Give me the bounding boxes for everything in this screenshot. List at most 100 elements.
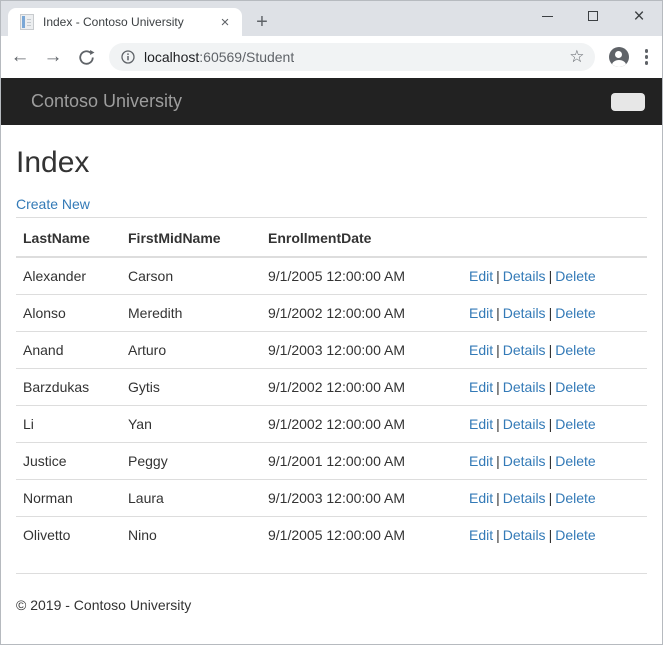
url-path: :60569/Student <box>199 49 294 65</box>
url-host: localhost <box>144 49 199 65</box>
cell-lastname: Anand <box>16 332 121 369</box>
cell-enrollmentdate: 9/1/2005 12:00:00 AM <box>261 517 462 554</box>
info-icon <box>121 50 135 64</box>
students-table: LastName FirstMidName EnrollmentDate Ale… <box>16 217 647 553</box>
create-new-row: Create New <box>16 194 647 214</box>
cell-lastname: Alonso <box>16 295 121 332</box>
forward-button[interactable]: → <box>39 43 67 71</box>
details-link[interactable]: Details <box>503 379 546 395</box>
table-row: Anand Arturo 9/1/2003 12:00:00 AM Edit|D… <box>16 332 647 369</box>
browser-toolbar: ← → localhost:60569/Student ☆ <box>1 36 662 78</box>
edit-link[interactable]: Edit <box>469 527 493 543</box>
back-arrow-icon: ← <box>11 46 30 68</box>
table-row: Alexander Carson 9/1/2005 12:00:00 AM Ed… <box>16 257 647 295</box>
edit-link[interactable]: Edit <box>469 342 493 358</box>
tab-title: Index - Contoso University <box>43 15 216 29</box>
details-link[interactable]: Details <box>503 490 546 506</box>
navbar-toggler[interactable] <box>611 93 645 111</box>
edit-link[interactable]: Edit <box>469 453 493 469</box>
cell-enrollmentdate: 9/1/2005 12:00:00 AM <box>261 257 462 295</box>
cell-firstmidname: Nino <box>121 517 261 554</box>
cell-actions: Edit|Details|Delete <box>462 480 647 517</box>
tab-close-icon[interactable]: × <box>216 13 234 31</box>
details-link[interactable]: Details <box>503 305 546 321</box>
cell-actions: Edit|Details|Delete <box>462 257 647 295</box>
footer-divider <box>16 573 647 574</box>
delete-link[interactable]: Delete <box>555 527 595 543</box>
maximize-button[interactable] <box>570 1 616 31</box>
cell-enrollmentdate: 9/1/2002 12:00:00 AM <box>261 295 462 332</box>
cell-actions: Edit|Details|Delete <box>462 295 647 332</box>
edit-link[interactable]: Edit <box>469 305 493 321</box>
footer-text: © 2019 - Contoso University <box>16 595 647 615</box>
create-new-link[interactable]: Create New <box>16 196 90 212</box>
bookmark-star-icon[interactable]: ☆ <box>569 47 584 67</box>
delete-link[interactable]: Delete <box>555 490 595 506</box>
new-tab-button[interactable]: + <box>249 9 275 35</box>
cell-lastname: Barzdukas <box>16 369 121 406</box>
cell-actions: Edit|Details|Delete <box>462 517 647 554</box>
site-favicon-icon <box>20 14 34 30</box>
details-link[interactable]: Details <box>503 453 546 469</box>
cell-lastname: Alexander <box>16 257 121 295</box>
cell-lastname: Olivetto <box>16 517 121 554</box>
edit-link[interactable]: Edit <box>469 416 493 432</box>
reload-button[interactable] <box>72 43 100 71</box>
profile-avatar-icon[interactable] <box>609 47 629 67</box>
tab-strip: Index - Contoso University × + × <box>1 1 662 36</box>
window-controls: × <box>524 1 662 31</box>
address-bar[interactable]: localhost:60569/Student ☆ <box>109 43 595 71</box>
table-row: Li Yan 9/1/2002 12:00:00 AM Edit|Details… <box>16 406 647 443</box>
delete-link[interactable]: Delete <box>555 268 595 284</box>
edit-link[interactable]: Edit <box>469 379 493 395</box>
cell-enrollmentdate: 9/1/2001 12:00:00 AM <box>261 443 462 480</box>
cell-firstmidname: Peggy <box>121 443 261 480</box>
cell-firstmidname: Laura <box>121 480 261 517</box>
details-link[interactable]: Details <box>503 527 546 543</box>
browser-tab[interactable]: Index - Contoso University × <box>8 8 242 36</box>
navbar-brand[interactable]: Contoso University <box>16 91 182 112</box>
cell-actions: Edit|Details|Delete <box>462 369 647 406</box>
cell-firstmidname: Arturo <box>121 332 261 369</box>
table-row: Barzdukas Gytis 9/1/2002 12:00:00 AM Edi… <box>16 369 647 406</box>
cell-enrollmentdate: 9/1/2003 12:00:00 AM <box>261 332 462 369</box>
cell-lastname: Justice <box>16 443 121 480</box>
cell-firstmidname: Gytis <box>121 369 261 406</box>
close-x-icon: × <box>633 7 644 26</box>
close-button[interactable]: × <box>616 1 662 31</box>
edit-link[interactable]: Edit <box>469 268 493 284</box>
delete-link[interactable]: Delete <box>555 453 595 469</box>
cell-actions: Edit|Details|Delete <box>462 332 647 369</box>
delete-link[interactable]: Delete <box>555 342 595 358</box>
site-navbar: Contoso University <box>1 78 662 125</box>
page-title: Index <box>16 146 647 179</box>
url-text: localhost:60569/Student <box>144 49 294 65</box>
cell-firstmidname: Carson <box>121 257 261 295</box>
table-row: Justice Peggy 9/1/2001 12:00:00 AM Edit|… <box>16 443 647 480</box>
header-firstmidname: FirstMidName <box>121 218 261 258</box>
header-actions <box>462 218 647 258</box>
delete-link[interactable]: Delete <box>555 379 595 395</box>
table-row: Norman Laura 9/1/2003 12:00:00 AM Edit|D… <box>16 480 647 517</box>
delete-link[interactable]: Delete <box>555 416 595 432</box>
table-row: Alonso Meredith 9/1/2002 12:00:00 AM Edi… <box>16 295 647 332</box>
cell-firstmidname: Yan <box>121 406 261 443</box>
details-link[interactable]: Details <box>503 342 546 358</box>
menu-kebab-icon[interactable] <box>641 45 653 69</box>
maximize-square-icon <box>588 11 598 21</box>
cell-firstmidname: Meredith <box>121 295 261 332</box>
back-button[interactable]: ← <box>6 43 34 71</box>
browser-window: Index - Contoso University × + × ← → loc… <box>0 0 663 645</box>
minimize-bar-icon <box>542 16 553 17</box>
table-header-row: LastName FirstMidName EnrollmentDate <box>16 218 647 258</box>
cell-lastname: Li <box>16 406 121 443</box>
cell-lastname: Norman <box>16 480 121 517</box>
reload-icon <box>78 49 95 66</box>
details-link[interactable]: Details <box>503 416 546 432</box>
edit-link[interactable]: Edit <box>469 490 493 506</box>
delete-link[interactable]: Delete <box>555 305 595 321</box>
minimize-button[interactable] <box>524 1 570 31</box>
cell-enrollmentdate: 9/1/2002 12:00:00 AM <box>261 369 462 406</box>
details-link[interactable]: Details <box>503 268 546 284</box>
header-lastname: LastName <box>16 218 121 258</box>
